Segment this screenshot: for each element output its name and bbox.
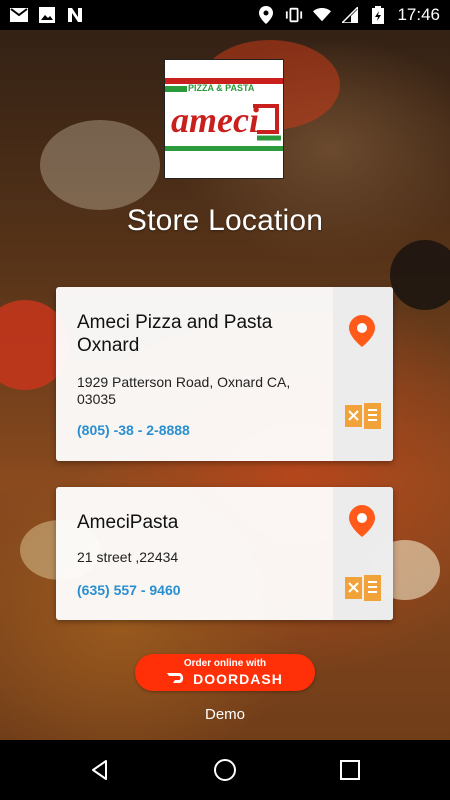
back-icon[interactable] [88, 758, 112, 782]
store-card[interactable]: Ameci Pizza and Pasta Oxnard 1929 Patter… [56, 287, 393, 461]
demo-label: Demo [204, 706, 245, 723]
signal-icon [341, 6, 359, 24]
doordash-caption: Order online with [183, 658, 267, 669]
olive-shape [390, 240, 450, 310]
store-name: Ameci Pizza and Pasta Oxnard [77, 312, 273, 356]
store-address: 1929 Patterson Road, Oxnard CA, 03035 [77, 374, 291, 407]
map-pin-icon[interactable] [349, 505, 375, 537]
status-bar: 17:46 [0, 0, 450, 30]
menu-icon[interactable] [345, 575, 381, 601]
mushroom-shape-2 [40, 120, 160, 210]
doordash-brand-label: DOORDASH [193, 671, 283, 687]
store-address: 21 street ,22434 [77, 549, 179, 565]
n-icon [66, 6, 84, 24]
home-icon[interactable] [213, 758, 237, 782]
doordash-order-button[interactable]: Order online with DOORDASH [135, 654, 315, 691]
vibrate-icon [285, 6, 303, 24]
page-title: Store Location [126, 204, 324, 237]
location-icon [257, 6, 275, 24]
image-icon [38, 6, 56, 24]
clock-time: 17:46 [397, 5, 440, 24]
store-phone[interactable]: (805) -38 - 2-8888 [77, 422, 190, 438]
ameci-logo: PIZZA & PASTA ameci [164, 59, 284, 179]
svg-text:PIZZA & PASTA: PIZZA & PASTA [188, 83, 255, 93]
navigation-bar [0, 740, 450, 800]
store-phone[interactable]: (635) 557 - 9460 [77, 582, 181, 598]
doordash-logo-icon [167, 671, 187, 687]
svg-text:ameci: ameci [171, 100, 259, 140]
wifi-icon [313, 6, 332, 24]
store-card[interactable]: AmeciPasta 21 street ,22434 (635) 557 - … [56, 487, 393, 620]
menu-icon[interactable] [345, 403, 381, 429]
recents-icon[interactable] [338, 758, 362, 782]
battery-icon [369, 6, 387, 24]
card-action-column [333, 287, 393, 461]
gmail-icon [10, 6, 28, 24]
map-pin-icon[interactable] [349, 315, 375, 347]
store-name: AmeciPasta [77, 512, 179, 533]
